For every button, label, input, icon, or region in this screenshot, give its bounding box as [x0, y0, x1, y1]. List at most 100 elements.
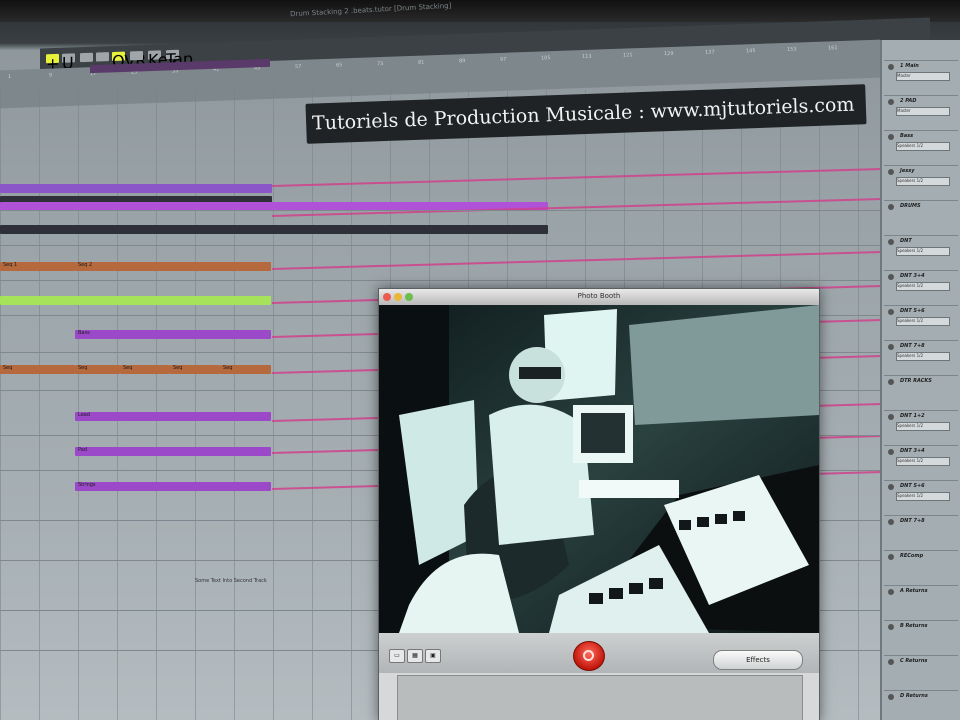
track-activator-button[interactable]	[888, 274, 894, 280]
mixer-track-row[interactable]: DNT 5+6 Speakers 1/2	[884, 305, 958, 334]
arrangement-clip[interactable]: Seq	[170, 365, 220, 374]
clip-label: Seq 1	[3, 262, 18, 268]
track-activator-button[interactable]	[888, 624, 894, 630]
ruler-bar-number: 57	[295, 63, 302, 71]
track-activator-button[interactable]	[888, 519, 894, 525]
mixer-track-row[interactable]: A Returns	[884, 585, 958, 614]
arrangement-clip[interactable]: Strings	[75, 482, 271, 491]
mixer-track-row[interactable]: DNT 7+8	[884, 515, 958, 544]
track-activator-button[interactable]	[888, 204, 894, 210]
still-photo-mode-button[interactable]: ▭	[389, 649, 405, 663]
mixer-track-row[interactable]: DRUMS	[884, 200, 958, 229]
transport-button[interactable]: +	[46, 54, 59, 73]
mixer-track-row[interactable]: D Returns	[884, 690, 958, 719]
mixer-track-name: D Returns	[900, 693, 928, 699]
mixer-track-row[interactable]: REComp	[884, 550, 958, 579]
photo-strip[interactable]	[397, 675, 803, 720]
mixer-track-row[interactable]: B Returns	[884, 620, 958, 649]
mixer-track-name: DNT 3+4	[900, 448, 925, 454]
output-routing-select[interactable]: Speakers 1/2	[896, 142, 950, 151]
output-routing-select[interactable]: Master	[896, 72, 950, 81]
arrangement-clip[interactable]: Seq 1	[0, 262, 75, 271]
output-routing-select[interactable]: Speakers 1/2	[896, 457, 950, 466]
movie-mode-button[interactable]: ▣	[425, 649, 441, 663]
take-photo-button[interactable]	[573, 641, 605, 671]
arrangement-clip[interactable]: Seq	[220, 365, 271, 374]
track-activator-button[interactable]	[888, 344, 894, 350]
mixer-track-name: DNT 3+4	[900, 273, 925, 279]
transport-button[interactable]	[80, 52, 93, 63]
output-routing-select[interactable]: Master	[896, 107, 950, 116]
ruler-bar-number: 153	[787, 46, 797, 53]
track-activator-button[interactable]	[888, 64, 894, 70]
track-activator-button[interactable]	[888, 169, 894, 175]
track-activator-button[interactable]	[888, 309, 894, 315]
photo-booth-titlebar[interactable]: Photo Booth	[379, 289, 819, 306]
track-activator-button[interactable]	[888, 659, 894, 665]
output-routing-select[interactable]: Speakers 1/2	[896, 317, 950, 326]
output-routing-select[interactable]: Speakers 1/2	[896, 492, 950, 501]
output-routing-select[interactable]: Speakers 1/2	[896, 177, 950, 186]
transport-button[interactable]: Key	[148, 50, 177, 70]
mixer-track-row[interactable]: Jessy Speakers 1/2	[884, 165, 958, 194]
mixer-track-row[interactable]: DNT 1+2 Speakers 1/2	[884, 410, 958, 439]
arrangement-clip[interactable]: Seq 2	[75, 262, 271, 271]
track-activator-button[interactable]	[888, 99, 894, 105]
clip-label: Seq 2	[78, 262, 93, 268]
track-activator-button[interactable]	[888, 134, 894, 140]
mixer-track-name: DRUMS	[900, 203, 921, 209]
mixer-track-row[interactable]: C Returns	[884, 655, 958, 684]
output-routing-select[interactable]: Speakers 1/2	[896, 352, 950, 361]
arrangement-clip[interactable]	[75, 296, 271, 305]
transport-button[interactable]: OVR	[112, 51, 146, 71]
photo-booth-toolbar: ▭ ▦ ▣ Effects	[379, 633, 819, 673]
track-activator-button[interactable]	[888, 379, 894, 385]
track-activator-button[interactable]	[888, 449, 894, 455]
track-divider	[0, 210, 880, 211]
effects-button[interactable]: Effects	[713, 650, 803, 670]
automation-lane[interactable]	[271, 250, 882, 270]
output-routing-select[interactable]: Speakers 1/2	[896, 422, 950, 431]
track-activator-button[interactable]	[888, 554, 894, 560]
track-activator-button[interactable]	[888, 484, 894, 490]
arrangement-clip[interactable]	[0, 225, 548, 234]
track-activator-button[interactable]	[888, 414, 894, 420]
mixer-track-row[interactable]: 2 PAD Master	[884, 95, 958, 124]
arrangement-clip[interactable]: Lead	[75, 412, 271, 421]
output-routing-select[interactable]: Speakers 1/2	[896, 282, 950, 291]
arrangement-clip[interactable]: Seq	[75, 365, 120, 374]
track-activator-button[interactable]	[888, 589, 894, 595]
mixer-track-name: 1 Main	[900, 63, 919, 69]
ruler-bar-number: 9	[49, 72, 53, 79]
automation-lane[interactable]	[271, 167, 882, 187]
arrangement-clip[interactable]: Bass	[75, 330, 271, 339]
transport-button[interactable]: U	[62, 53, 75, 73]
arrangement-clip[interactable]	[0, 184, 272, 193]
transport-button[interactable]	[96, 52, 109, 62]
ruler-bar-number: 161	[828, 45, 838, 52]
mixer-track-name: DNT 5+6	[900, 483, 925, 489]
mixer-track-row[interactable]: DNT Speakers 1/2	[884, 235, 958, 264]
mixer-track-row[interactable]: DNT 3+4 Speakers 1/2	[884, 445, 958, 474]
mixer-track-row[interactable]: Bass Speakers 1/2	[884, 130, 958, 159]
track-activator-button[interactable]	[888, 239, 894, 245]
mixer-track-row[interactable]: DNT 5+6 Speakers 1/2	[884, 480, 958, 509]
four-up-mode-button[interactable]: ▦	[407, 649, 423, 663]
mixer-track-row[interactable]: DNT 7+8 Speakers 1/2	[884, 340, 958, 369]
track-divider	[0, 245, 880, 246]
transport-button[interactable]: Tap	[166, 49, 193, 69]
mixer-track-row[interactable]: DNT 3+4 Speakers 1/2	[884, 270, 958, 299]
output-routing-select[interactable]: Speakers 1/2	[896, 247, 950, 256]
mixer-track-row[interactable]: DTR RACKS	[884, 375, 958, 404]
clip-label: Seq	[123, 365, 133, 371]
arrangement-clip[interactable]: Pad	[75, 447, 271, 456]
mixer-track-name: DNT 5+6	[900, 308, 925, 314]
track-activator-button[interactable]	[888, 694, 894, 700]
arrangement-clip[interactable]: Seq	[0, 365, 75, 374]
mixer-track-row[interactable]: 1 Main Master	[884, 60, 958, 89]
arrangement-clip[interactable]: Seq	[120, 365, 170, 374]
transport-button[interactable]	[130, 50, 143, 61]
arrangement-clip[interactable]	[0, 296, 75, 305]
ruler-bar-number: 81	[418, 59, 425, 66]
mixer-track-name: REComp	[900, 553, 924, 559]
